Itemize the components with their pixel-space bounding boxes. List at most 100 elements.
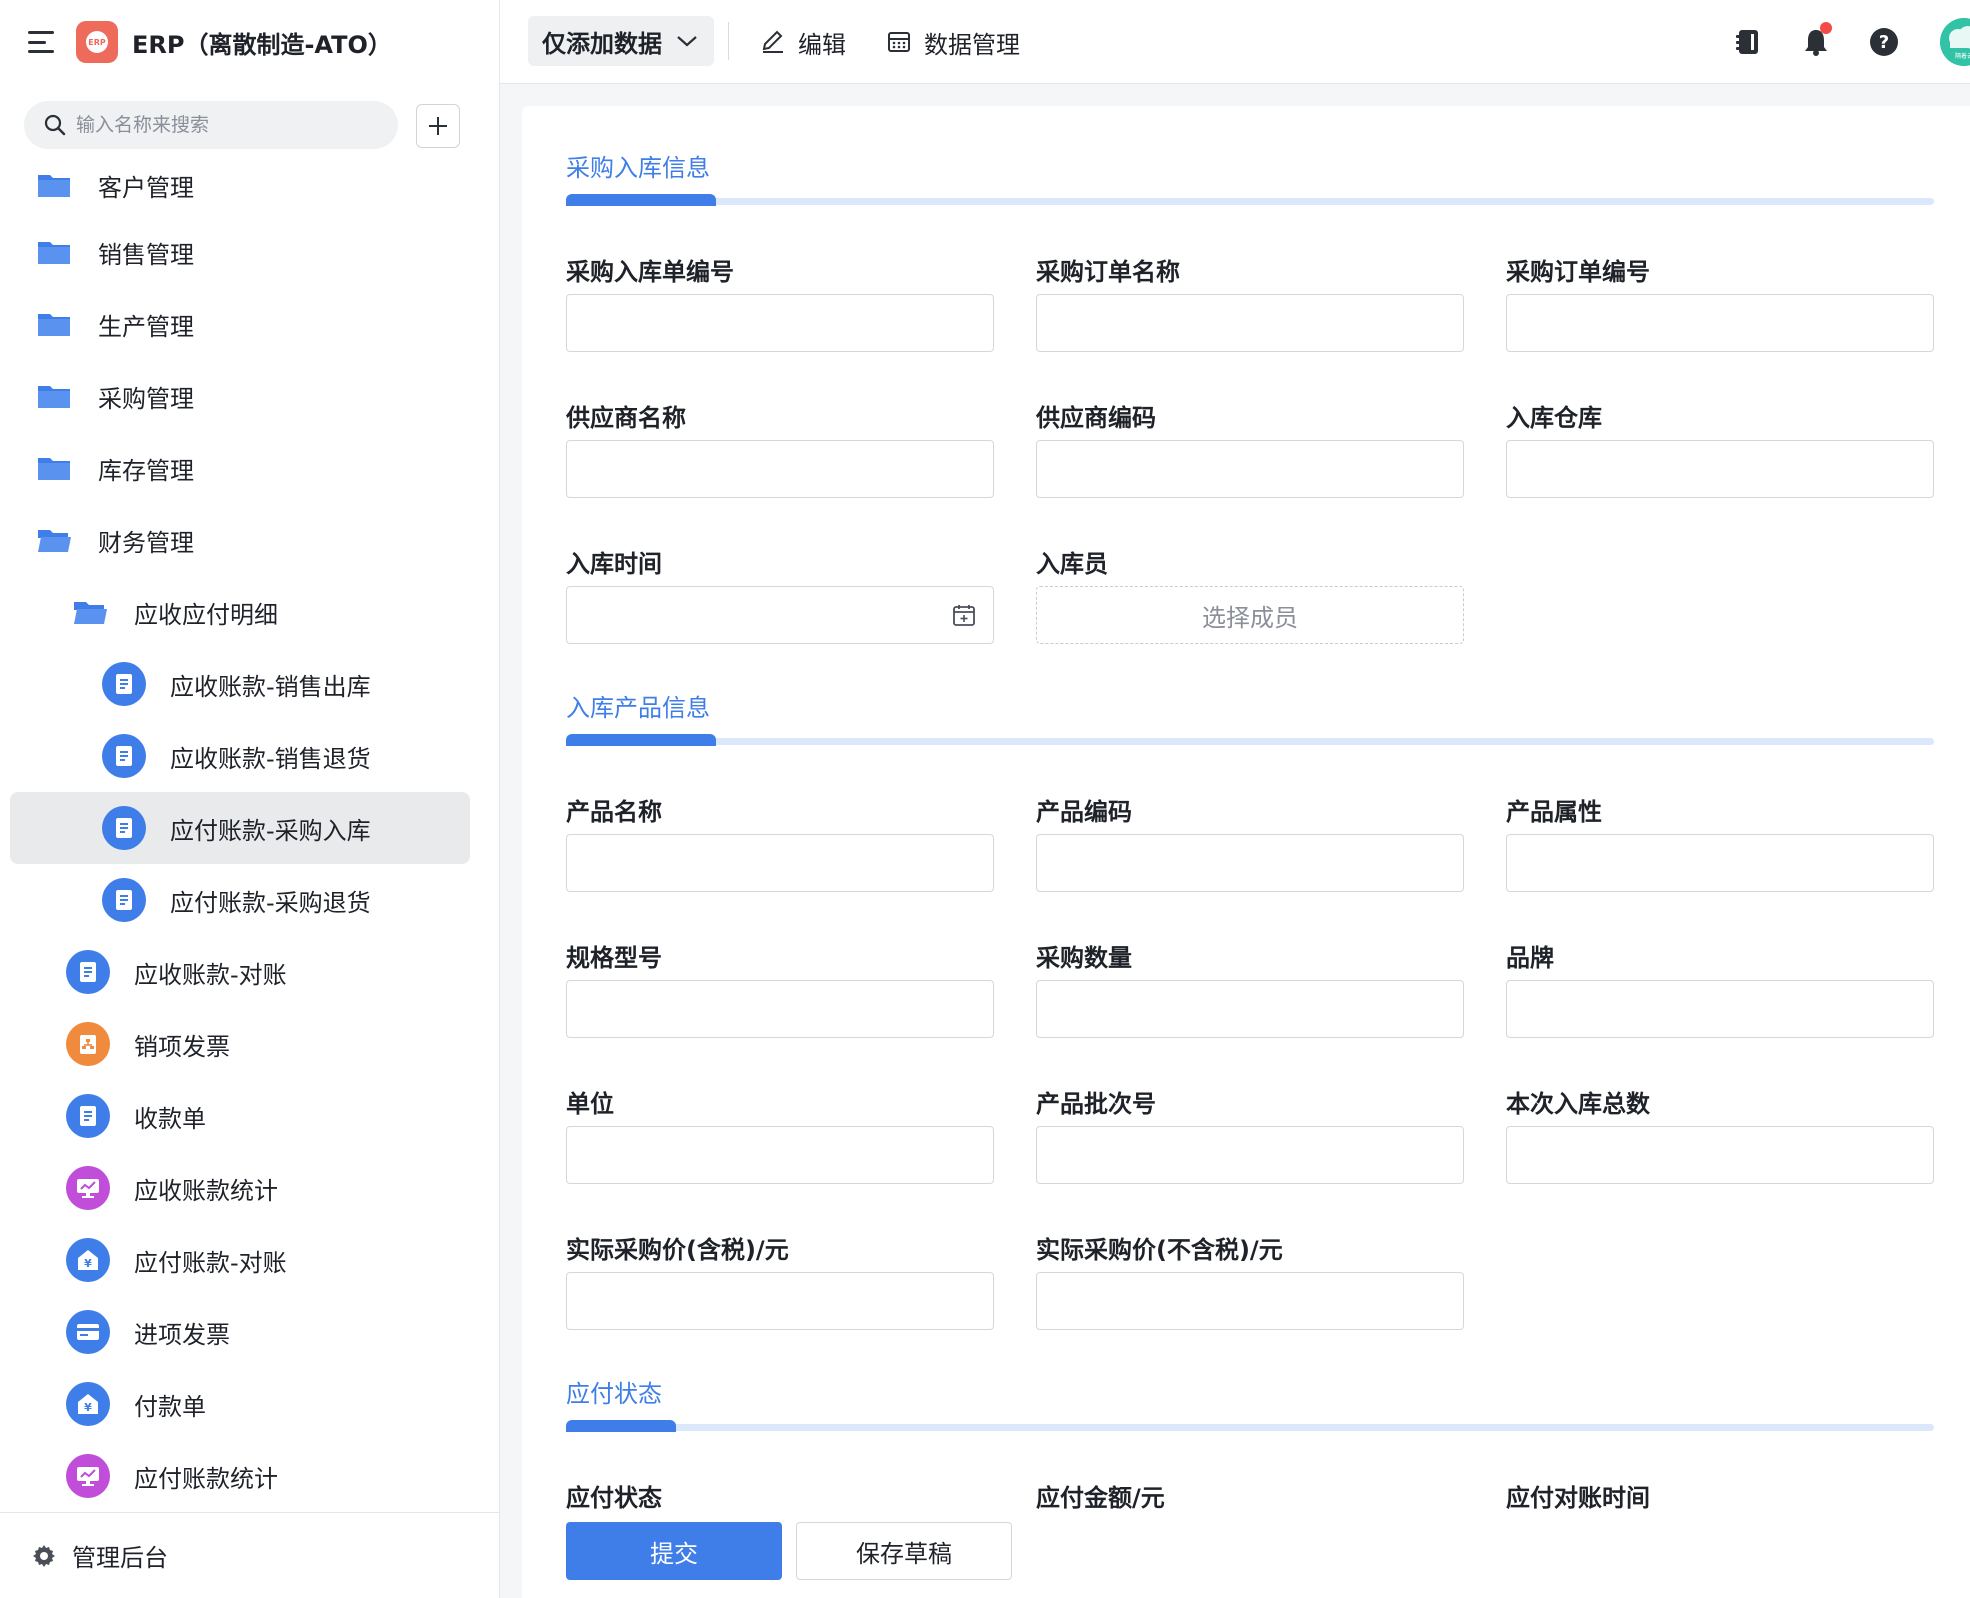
sidebar-item-label: 采购管理: [98, 384, 194, 413]
sidebar: ERP ERP（离散制造-ATO） 客户管理 销售管理 生产管理 采购管理 库存…: [0, 0, 500, 1598]
sidebar-item-label: 进项发票: [134, 1320, 230, 1349]
toolbar-divider: [728, 22, 729, 60]
member-select[interactable]: 选择成员: [1036, 586, 1464, 644]
po-name-field[interactable]: [1036, 294, 1464, 352]
sidebar-item-output-invoice[interactable]: 销项发票: [66, 1008, 230, 1080]
section-divider-accent: [566, 1420, 676, 1432]
plus-icon: [429, 117, 447, 135]
data-manage-label: 数据管理: [924, 30, 1020, 59]
field-label-purchase-qty: 采购数量: [1036, 944, 1132, 972]
add-button[interactable]: [416, 104, 460, 148]
spec-model-field[interactable]: [566, 980, 994, 1038]
sidebar-item-ap-purchase-in[interactable]: 应付账款-采购入库: [10, 792, 470, 864]
document-icon: [102, 878, 146, 922]
sidebar-item-receipt[interactable]: 收款单: [66, 1080, 206, 1152]
document-icon: [102, 734, 146, 778]
inbound-time-field[interactable]: [566, 586, 994, 644]
document-icon: [102, 806, 146, 850]
sidebar-item-ar-stats[interactable]: 应收账款统计: [66, 1152, 278, 1224]
sidebar-item-label: 销项发票: [134, 1032, 230, 1061]
search-input[interactable]: [76, 114, 376, 136]
sidebar-item-finance[interactable]: 财务管理: [36, 504, 194, 576]
supplier-code-field[interactable]: [1036, 440, 1464, 498]
org-chart-icon: [66, 1022, 110, 1066]
price-no-tax-field[interactable]: [1036, 1272, 1464, 1330]
sidebar-item-label: 客户管理: [98, 173, 194, 202]
user-avatar[interactable]: 隔着云: [1940, 18, 1970, 66]
field-label-inbound-staff: 入库员: [1036, 550, 1108, 578]
sidebar-item-label: 应付账款-采购退货: [170, 888, 371, 917]
field-label-po-no: 采购订单编号: [1506, 258, 1650, 286]
sidebar-item-label: 应付账款-采购入库: [170, 816, 371, 845]
field-label-supplier-code: 供应商编码: [1036, 404, 1156, 432]
form-action-bar: 提交 保存草稿: [522, 1522, 1970, 1598]
unit-field[interactable]: [566, 1126, 994, 1184]
view-mode-dropdown[interactable]: 仅添加数据: [528, 16, 714, 66]
field-label-po-name: 采购订单名称: [1036, 258, 1180, 286]
bell-icon[interactable]: [1794, 20, 1838, 64]
table-grid-icon: [888, 32, 910, 52]
sidebar-item-ar-sales-out[interactable]: 应收账款-销售出库: [102, 648, 371, 720]
notebook-icon[interactable]: [1726, 20, 1770, 64]
section-divider: [566, 1420, 1934, 1432]
sidebar-search[interactable]: [24, 101, 398, 149]
admin-console-link[interactable]: 管理后台: [0, 1512, 499, 1598]
purchase-qty-field[interactable]: [1036, 980, 1464, 1038]
card-icon: [66, 1310, 110, 1354]
document-icon: [66, 950, 110, 994]
product-attr-field[interactable]: [1506, 834, 1934, 892]
sidebar-item-purchase[interactable]: 采购管理: [36, 360, 194, 432]
product-name-field[interactable]: [566, 834, 994, 892]
inbound-no-field[interactable]: [566, 294, 994, 352]
menu-toggle-icon[interactable]: [28, 31, 56, 53]
help-icon[interactable]: ?: [1862, 20, 1906, 64]
field-label-warehouse: 入库仓库: [1506, 404, 1602, 432]
section-title-product-info: 入库产品信息: [566, 694, 710, 722]
sidebar-item-ap-reconcile[interactable]: ¥ 应付账款-对账: [66, 1224, 287, 1296]
sidebar-item-sales[interactable]: 销售管理: [36, 216, 194, 288]
total-qty-field[interactable]: [1506, 1126, 1934, 1184]
sidebar-item-inventory[interactable]: 库存管理: [36, 432, 194, 504]
sidebar-item-ap-purchase-return[interactable]: 应付账款-采购退货: [102, 864, 371, 936]
folder-open-icon: [38, 530, 71, 552]
calendar-icon[interactable]: [950, 601, 978, 629]
field-label-price-tax: 实际采购价(含税)/元: [566, 1236, 789, 1264]
folder-icon: [38, 175, 70, 197]
batch-no-field[interactable]: [1036, 1126, 1464, 1184]
folder-icon: [38, 386, 70, 408]
sidebar-item-ap-stats[interactable]: 应付账款统计: [66, 1440, 278, 1512]
sidebar-item-ar-ap-detail[interactable]: 应收应付明细: [72, 576, 278, 648]
yuan-house-icon: ¥: [66, 1238, 110, 1282]
field-label-spec-model: 规格型号: [566, 944, 662, 972]
svg-text:¥: ¥: [84, 1401, 92, 1414]
supplier-name-field[interactable]: [566, 440, 994, 498]
sidebar-item-ar-sales-return[interactable]: 应收账款-销售退货: [102, 720, 371, 792]
avatar-text: 隔着云: [1955, 52, 1970, 60]
field-label-payable-amount: 应付金额/元: [1036, 1484, 1165, 1512]
po-no-field[interactable]: [1506, 294, 1934, 352]
sidebar-item-input-invoice[interactable]: 进项发票: [66, 1296, 230, 1368]
submit-button[interactable]: 提交: [566, 1522, 782, 1580]
product-code-field[interactable]: [1036, 834, 1464, 892]
sidebar-item-label: 应收账款-对账: [134, 960, 287, 989]
folder-icon: [38, 458, 70, 480]
field-label-product-name: 产品名称: [566, 798, 662, 826]
data-manage-button[interactable]: 数据管理: [886, 20, 1020, 64]
sidebar-item-label: 收款单: [134, 1104, 206, 1133]
sidebar-item-production[interactable]: 生产管理: [36, 288, 194, 360]
save-draft-button[interactable]: 保存草稿: [796, 1522, 1012, 1580]
sidebar-item-ar-reconcile[interactable]: 应收账款-对账: [66, 936, 287, 1008]
sidebar-item-customer[interactable]: 客户管理: [36, 149, 194, 221]
svg-text:?: ?: [1879, 32, 1889, 53]
field-label-product-code: 产品编码: [1036, 798, 1132, 826]
brand-field[interactable]: [1506, 980, 1934, 1038]
field-label-reconcile-time: 应付对账时间: [1506, 1484, 1650, 1512]
view-mode-label: 仅添加数据: [542, 29, 662, 58]
sidebar-item-label: 应收应付明细: [134, 600, 278, 629]
section-divider: [566, 734, 1934, 746]
warehouse-field[interactable]: [1506, 440, 1934, 498]
sidebar-item-payment[interactable]: ¥ 付款单: [66, 1368, 206, 1440]
pencil-icon: [762, 30, 783, 53]
price-tax-field[interactable]: [566, 1272, 994, 1330]
edit-button[interactable]: 编辑: [760, 20, 846, 64]
